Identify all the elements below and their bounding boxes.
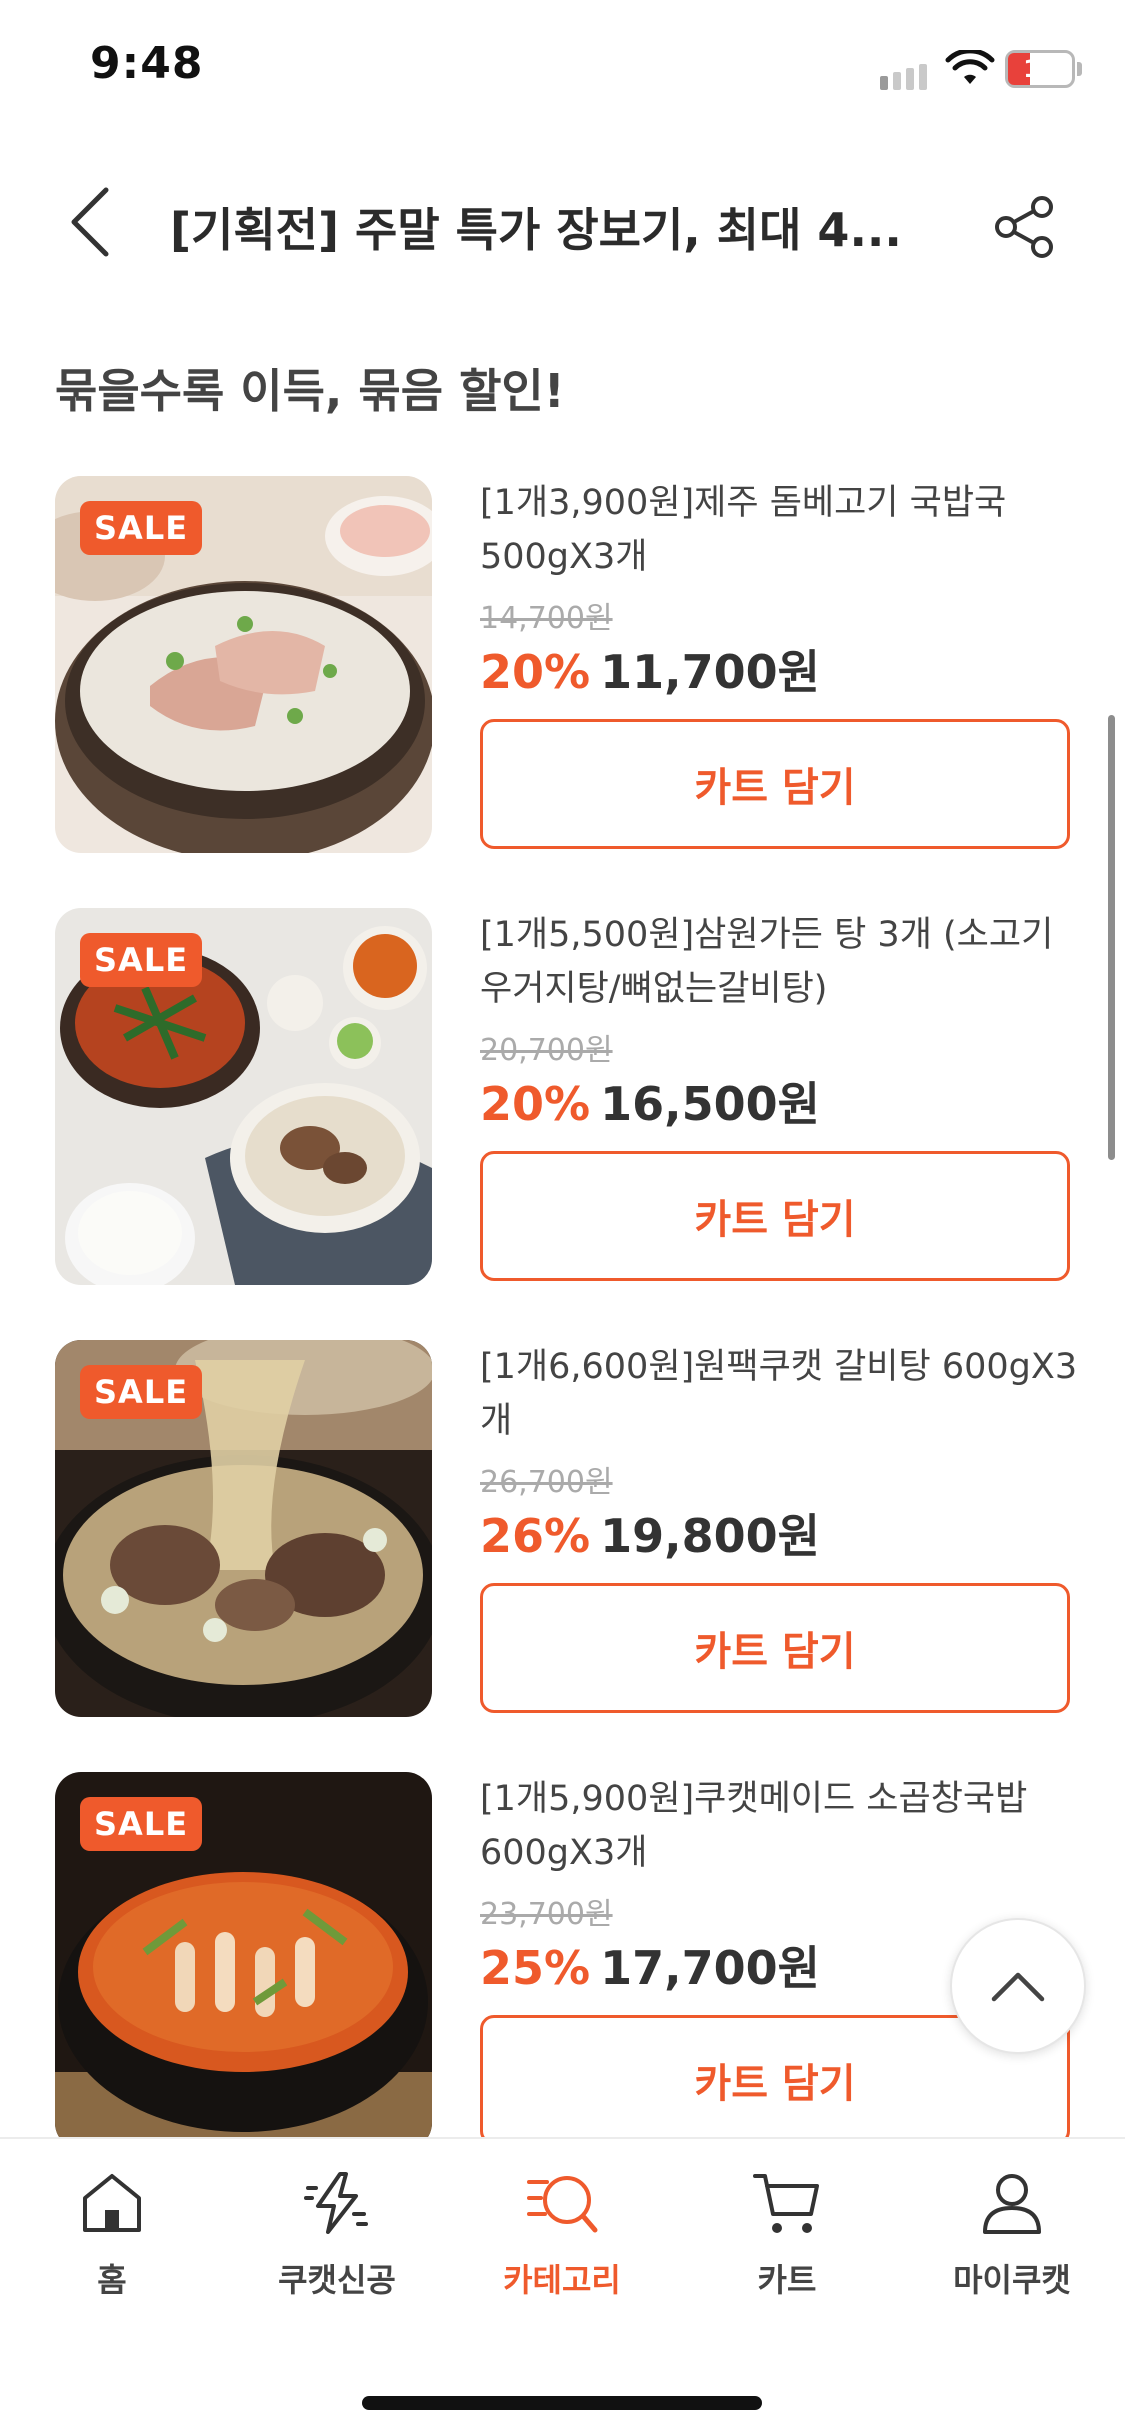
status-time: 9:48: [90, 38, 204, 89]
add-to-cart-button[interactable]: 카트 담기: [480, 1583, 1070, 1713]
category-search-icon: [524, 2165, 600, 2241]
price-row: 20% 16,500원: [480, 1068, 820, 1134]
original-price: 23,700원: [480, 1897, 613, 1932]
price-row: 20% 11,700원: [480, 636, 820, 702]
nav-label: 쿠캣신공: [278, 2261, 396, 2299]
sale-price: 17,700원: [600, 1941, 820, 1995]
section-title: 묶을수록 이득, 묶음 할인!: [55, 364, 565, 418]
nav-item-category[interactable]: 카테고리: [462, 2165, 662, 2315]
chevron-left-icon: [71, 187, 109, 257]
chevron-up-icon: [991, 1972, 1045, 2002]
product-item: SALE [1개5,500원]삼원가든 탕 3개 (소고기우거지탕/뼈없는갈비탕…: [55, 908, 1085, 1286]
sale-price: 11,700원: [600, 645, 820, 699]
product-name[interactable]: [1개6,600원]원팩쿠캣 갈비탕 600gX3개: [480, 1340, 1080, 1448]
page-header: [기획전] 주말 특가 장보기, 최대 4...: [0, 160, 1125, 290]
product-name[interactable]: [1개3,900원]제주 돔베고기 국밥국 500gX3개: [480, 476, 1080, 584]
share-button[interactable]: [980, 182, 1070, 272]
nav-item-home[interactable]: 홈: [12, 2165, 212, 2315]
product-item: SALE [1개5,900원]쿠캣메이드 소곱창국밥 600gX3개 23,70…: [55, 1772, 1085, 2150]
original-price: 14,700원: [480, 601, 613, 636]
product-name[interactable]: [1개5,500원]삼원가든 탕 3개 (소고기우거지탕/뼈없는갈비탕): [480, 908, 1080, 1016]
original-price: 20,700원: [480, 1033, 613, 1068]
sale-badge: SALE: [80, 933, 203, 987]
sale-badge: SALE: [80, 1365, 203, 1419]
discount-rate: 20%: [480, 645, 591, 699]
bottom-nav: 홈 쿠캣신공 카테고리 카트 마이쿠캣: [0, 2137, 1125, 2436]
battery-level: 11: [1023, 55, 1057, 83]
battery-icon: 11: [1005, 50, 1075, 88]
nav-label: 홈: [97, 2261, 127, 2299]
add-to-cart-button[interactable]: 카트 담기: [480, 719, 1070, 849]
discount-rate: 25%: [480, 1941, 591, 1995]
battery-nub: [1077, 62, 1082, 76]
lightning-icon: [299, 2165, 375, 2241]
sale-badge: SALE: [80, 1797, 203, 1851]
person-icon: [974, 2165, 1050, 2241]
scrollbar[interactable]: [1108, 715, 1115, 1160]
add-to-cart-button[interactable]: 카트 담기: [480, 1151, 1070, 1281]
nav-item-cart[interactable]: 카트: [687, 2165, 887, 2315]
nav-item-my-cookat[interactable]: 마이쿠캣: [912, 2165, 1112, 2315]
price-row: 25% 17,700원: [480, 1932, 820, 1998]
home-icon: [74, 2165, 150, 2241]
nav-label: 카트: [757, 2261, 817, 2299]
sale-badge: SALE: [80, 501, 203, 555]
status-bar: 9:48 11: [0, 0, 1125, 140]
product-name[interactable]: [1개5,900원]쿠캣메이드 소곱창국밥 600gX3개: [480, 1772, 1080, 1880]
back-button[interactable]: [50, 182, 130, 262]
product-image[interactable]: SALE: [55, 1772, 432, 2149]
product-item: SALE [1개6,600원]원팩쿠캣 갈비탕 600gX3개 26,700원 …: [55, 1340, 1085, 1718]
price-row: 26% 19,800원: [480, 1500, 820, 1566]
product-image[interactable]: SALE: [55, 1340, 432, 1717]
nav-item-cookat-singong[interactable]: 쿠캣신공: [237, 2165, 437, 2315]
product-image[interactable]: SALE: [55, 908, 432, 1285]
product-item: SALE [1개3,900원]제주 돔베고기 국밥국 500gX3개 14,70…: [55, 476, 1085, 854]
nav-label: 카테고리: [503, 2261, 621, 2299]
discount-rate: 20%: [480, 1077, 591, 1131]
page-title: [기획전] 주말 특가 장보기, 최대 4...: [170, 203, 902, 257]
signal-icon: [880, 64, 927, 90]
scroll-to-top-button[interactable]: [950, 1918, 1086, 2054]
sale-price: 16,500원: [600, 1077, 820, 1131]
nav-label: 마이쿠캣: [953, 2261, 1071, 2299]
cart-icon: [749, 2165, 825, 2241]
original-price: 26,700원: [480, 1465, 613, 1500]
wifi-icon: [945, 50, 995, 84]
home-indicator[interactable]: [362, 2396, 762, 2410]
product-image[interactable]: SALE: [55, 476, 432, 853]
share-icon: [995, 196, 1053, 258]
sale-price: 19,800원: [600, 1509, 820, 1563]
discount-rate: 26%: [480, 1509, 591, 1563]
